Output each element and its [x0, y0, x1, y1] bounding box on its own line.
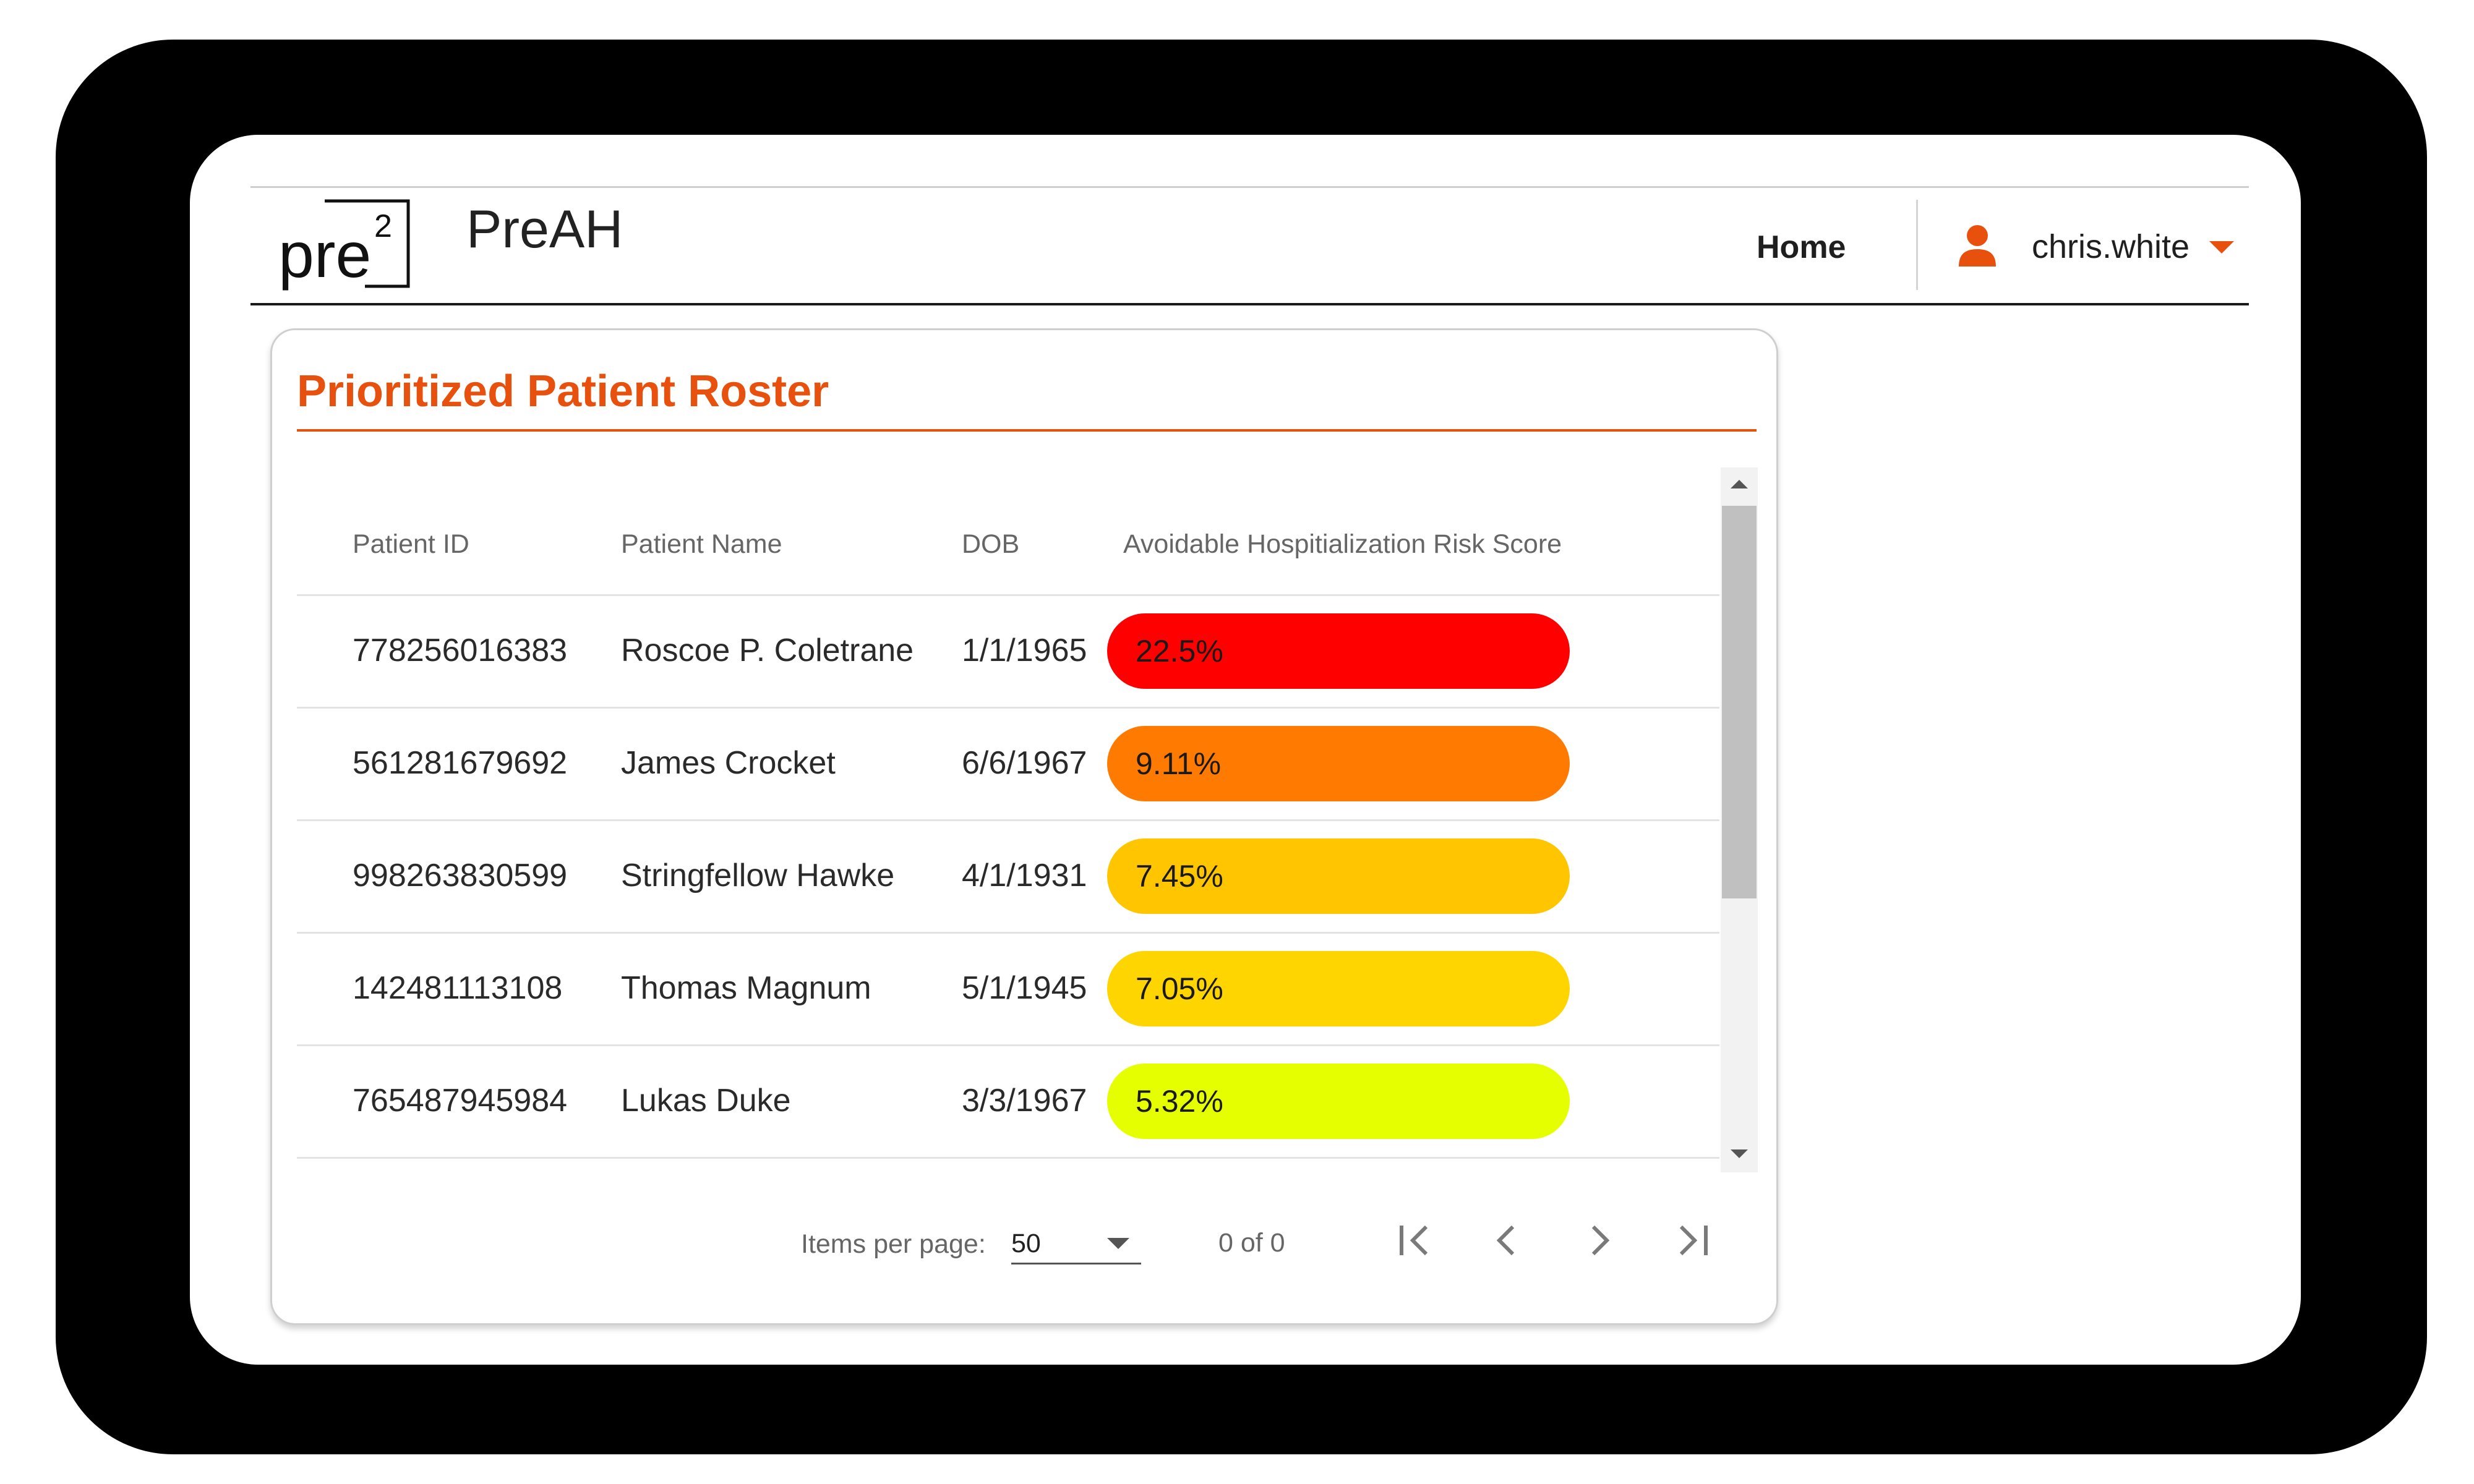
pre2-logo: 2 pre	[278, 194, 414, 299]
previous-page-icon[interactable]	[1482, 1216, 1531, 1265]
items-per-page-value: 50	[1011, 1229, 1041, 1258]
patient-id-cell: 778256016383	[353, 633, 568, 668]
patient-id-cell: 765487945984	[353, 1083, 568, 1119]
table-row[interactable]: 778256016383 Roscoe P. Coletrane 1/1/196…	[297, 594, 1719, 707]
items-per-page-label: Items per page:	[801, 1229, 986, 1259]
patient-id-cell: 561281679692	[353, 745, 568, 781]
risk-score-badge: 7.45%	[1107, 838, 1570, 914]
scrollbar-thumb[interactable]	[1722, 506, 1757, 898]
column-header-patient-id[interactable]: Patient ID	[353, 529, 469, 560]
patient-name-cell: Lukas Duke	[621, 1083, 791, 1119]
patient-roster-card: Prioritized Patient Roster Patient ID Pa…	[270, 328, 1778, 1325]
app-screen: 2 pre PreAH Home chris.white Prioritized…	[190, 135, 2301, 1365]
patient-id-cell: 142481113108	[353, 970, 563, 1006]
column-header-patient-name[interactable]: Patient Name	[621, 529, 782, 560]
items-per-page-select[interactable]: 50	[1011, 1221, 1141, 1264]
risk-score-badge: 5.32%	[1107, 1064, 1570, 1139]
patient-name-cell: Stringfellow Hawke	[621, 858, 895, 893]
header-top-divider	[250, 186, 2249, 188]
logo-superscript: 2	[374, 208, 392, 244]
table-scrollbar[interactable]	[1721, 467, 1758, 1172]
table-row[interactable]: 142481113108 Thomas Magnum 5/1/1945 7.05…	[297, 932, 1719, 1045]
next-page-icon[interactable]	[1575, 1216, 1624, 1265]
table-row[interactable]: 765487945984 Lukas Duke 3/3/1967 5.32%	[297, 1044, 1719, 1158]
person-icon[interactable]	[1958, 224, 1997, 268]
risk-score-badge: 9.11%	[1107, 726, 1570, 801]
table-row[interactable]: 998263830599 Stringfellow Hawke 4/1/1931…	[297, 819, 1719, 932]
dropdown-arrow-icon[interactable]	[1107, 1238, 1129, 1249]
column-header-dob[interactable]: DOB	[962, 529, 1019, 560]
nav-home-link[interactable]: Home	[1757, 229, 1846, 266]
dob-cell: 5/1/1945	[962, 970, 1087, 1006]
card-title-underline	[297, 429, 1757, 432]
pagination-range: 0 of 0	[1218, 1228, 1285, 1258]
patient-name-cell: Roscoe P. Coletrane	[621, 633, 914, 668]
scroll-down-arrow-icon[interactable]	[1731, 1149, 1748, 1158]
risk-score-badge: 22.5%	[1107, 613, 1570, 689]
scroll-up-arrow-icon[interactable]	[1731, 480, 1748, 488]
table-row[interactable]: 561281679692 James Crocket 6/6/1967 9.11…	[297, 707, 1719, 820]
patient-table: Patient ID Patient Name DOB Avoidable Ho…	[297, 467, 1758, 1172]
header-bottom-divider	[250, 303, 2249, 305]
dob-cell: 4/1/1931	[962, 858, 1087, 893]
first-page-icon[interactable]	[1390, 1216, 1440, 1265]
patient-id-cell: 998263830599	[353, 858, 568, 893]
card-title: Prioritized Patient Roster	[297, 367, 829, 416]
app-title: PreAH	[466, 200, 623, 259]
risk-score-badge: 7.05%	[1107, 951, 1570, 1026]
username-menu[interactable]: chris.white	[2032, 228, 2189, 266]
nav-divider	[1916, 200, 1918, 290]
last-page-icon[interactable]	[1667, 1216, 1717, 1265]
dob-cell: 6/6/1967	[962, 745, 1087, 781]
column-header-risk-score[interactable]: Avoidable Hospitialization Risk Score	[1123, 529, 1562, 560]
patient-name-cell: Thomas Magnum	[621, 970, 871, 1006]
logo-text: pre	[278, 220, 371, 291]
chevron-down-icon[interactable]	[2209, 241, 2234, 254]
patient-name-cell: James Crocket	[621, 745, 836, 781]
dob-cell: 3/3/1967	[962, 1083, 1087, 1119]
table-row[interactable]	[297, 1157, 1719, 1172]
dob-cell: 1/1/1965	[962, 633, 1087, 668]
